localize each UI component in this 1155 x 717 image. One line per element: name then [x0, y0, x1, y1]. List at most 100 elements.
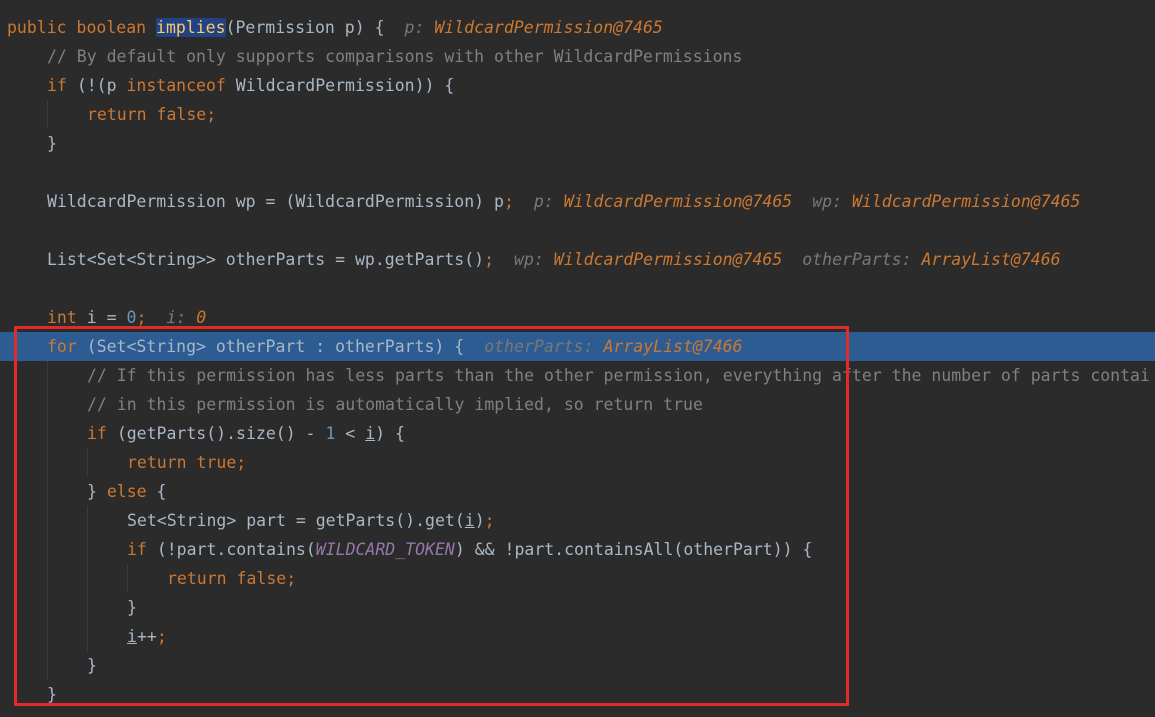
code-line[interactable]: } [0, 129, 1155, 158]
debug-hint-value: WildcardPermission@7465 [553, 250, 783, 269]
code-token: int [47, 308, 87, 327]
code-text: } [47, 680, 57, 709]
code-line[interactable]: if (getParts().size() - 1 < i) { [0, 419, 1155, 448]
indent-guide [87, 622, 88, 651]
code-line[interactable]: } [0, 680, 1155, 709]
indent-guide [47, 593, 48, 622]
code-token: i = [86, 308, 127, 327]
code-text: } [47, 129, 57, 158]
debug-hint-label: otherParts: [802, 250, 912, 269]
code-token: (getParts().size() - [116, 424, 326, 443]
code-text: } [87, 651, 97, 680]
code-token: ; [503, 192, 514, 211]
debug-hint-label: p: [533, 192, 554, 211]
code-token: i [365, 424, 376, 443]
code-line[interactable]: public boolean implies(Permission p) {p:… [0, 13, 1155, 42]
code-token: return false [167, 569, 287, 588]
code-line[interactable]: // By default only supports comparisons … [0, 42, 1155, 71]
code-token: (!part.contains( [156, 540, 316, 559]
code-token: ; [236, 453, 247, 472]
code-token: WildcardPermission wp = (WildcardPermiss… [47, 192, 504, 211]
debug-hint-value: WildcardPermission@7465 [434, 18, 663, 37]
code-editor[interactable]: public boolean implies(Permission p) { p:… [0, 0, 1155, 717]
code-line[interactable]: if (!(p instanceof WildcardPermission)) … [0, 71, 1155, 100]
code-token: return true [127, 453, 237, 472]
code-text: if (!(p instanceof WildcardPermission)) … [47, 71, 454, 100]
code-token[interactable]: implies [156, 18, 226, 37]
code-text: return false; [167, 564, 296, 593]
code-token: ; [206, 105, 217, 124]
code-token: else [106, 482, 157, 501]
code-token: (Permission p) { [225, 18, 385, 37]
debug-hint-label: i: [166, 308, 187, 327]
code-line[interactable]: } [0, 593, 1155, 622]
indent-guide [47, 419, 48, 448]
indent-guide [47, 477, 48, 506]
code-line[interactable]: // If this permission has less parts tha… [0, 361, 1155, 390]
indent-guide [127, 564, 128, 593]
code-token: ; [136, 308, 147, 327]
code-token: Set<String> part = getParts().get( [127, 511, 465, 530]
code-text: return false; [87, 100, 216, 129]
code-line[interactable] [0, 274, 1155, 303]
indent-guide [47, 651, 48, 680]
code-line-current[interactable]: for (Set<String> otherPart : otherParts)… [0, 332, 1155, 361]
debug-hint-value: ArrayList@7466 [921, 250, 1061, 269]
code-token: // If this permission has less parts tha… [87, 366, 1150, 385]
code-token: // By default only supports comparisons … [47, 47, 743, 66]
code-line[interactable]: List<Set<String>> otherParts = wp.getPar… [0, 245, 1155, 274]
code-line[interactable]: i++; [0, 622, 1155, 651]
debug-hint-value: WildcardPermission@7465 [851, 192, 1081, 211]
code-line[interactable]: } else { [0, 477, 1155, 506]
debug-hint-label: wp: [514, 250, 544, 269]
indent-guide [47, 564, 48, 593]
indent-guide [47, 506, 48, 535]
code-token: ; [286, 569, 297, 588]
code-text: // in this permission is automatically i… [87, 390, 703, 419]
code-line[interactable]: WildcardPermission wp = (WildcardPermiss… [0, 187, 1155, 216]
code-text: public boolean implies(Permission p) {p:… [7, 13, 663, 42]
code-token: 0 [126, 308, 137, 327]
debug-hint-value: 0 [196, 308, 207, 327]
code-line[interactable]: } [0, 651, 1155, 680]
code-text: for (Set<String> otherPart : otherParts)… [47, 332, 743, 361]
debug-hint-label: wp: [812, 192, 843, 211]
code-token: < [335, 424, 366, 443]
code-line[interactable]: // in this permission is automatically i… [0, 390, 1155, 419]
code-text: List<Set<String>> otherParts = wp.getPar… [47, 245, 1061, 274]
code-token: if [87, 424, 117, 443]
code-line[interactable]: return true; [0, 448, 1155, 477]
code-token: if [127, 540, 157, 559]
code-line[interactable] [0, 158, 1155, 187]
code-line[interactable]: return false; [0, 100, 1155, 129]
code-text: if (!part.contains(WILDCARD_TOKEN) && !p… [127, 535, 812, 564]
code-token: ) && !part.containsAll(otherPart)) { [454, 540, 813, 559]
code-text: int i = 0; i: 0 [47, 303, 206, 332]
code-token: i [127, 627, 137, 646]
code-token: ) { [375, 424, 405, 443]
indent-guide [47, 622, 48, 651]
code-line[interactable]: if (!part.contains(WILDCARD_TOKEN) && !p… [0, 535, 1155, 564]
code-token: i [464, 511, 475, 530]
code-token: } [87, 656, 97, 675]
code-line[interactable]: return false; [0, 564, 1155, 593]
code-token: // in this permission is automatically i… [87, 395, 703, 414]
indent-guide [47, 361, 48, 390]
indent-guide [87, 448, 88, 477]
code-token: { [156, 482, 167, 501]
code-line[interactable]: int i = 0; i: 0 [0, 303, 1155, 332]
code-token: ; [484, 250, 495, 269]
code-text: // If this permission has less parts tha… [87, 361, 1150, 390]
code-token: ++ [136, 627, 157, 646]
code-line[interactable] [0, 216, 1155, 245]
code-token: 1 [325, 424, 336, 443]
code-line[interactable]: Set<String> part = getParts().get(i); [0, 506, 1155, 535]
indent-guide [87, 506, 88, 535]
indent-guide [47, 535, 48, 564]
code-text: return true; [127, 448, 246, 477]
indent-guide [87, 564, 88, 593]
code-token: WILDCARD_TOKEN [315, 540, 455, 559]
code-token: return false [87, 105, 207, 124]
code-token: public boolean [7, 18, 157, 37]
debug-hint-value: WildcardPermission@7465 [563, 192, 793, 211]
